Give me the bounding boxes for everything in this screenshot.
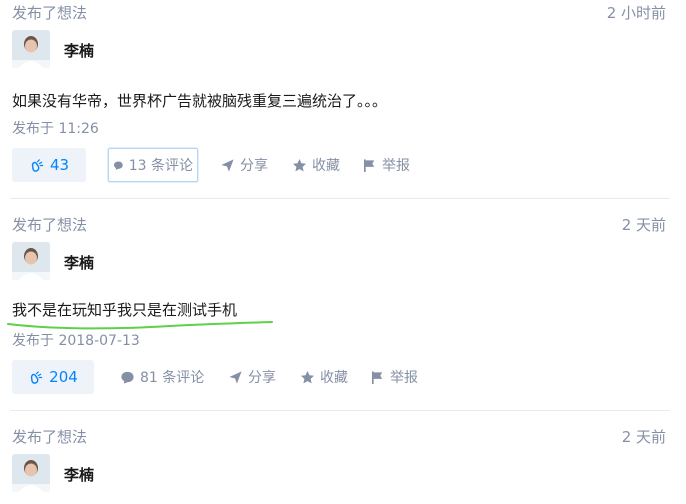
post-time[interactable]: 发布于 11:26 bbox=[12, 118, 99, 138]
report-button[interactable]: 举报 bbox=[362, 148, 410, 182]
star-icon bbox=[292, 158, 307, 171]
author-name[interactable]: 李楠 bbox=[64, 464, 94, 485]
post-content: 如果没有华帝，世界杯广告就被脑残重复三遍统治了。。。 bbox=[12, 92, 388, 110]
divider bbox=[10, 198, 670, 199]
activity-time: 2 天前 bbox=[621, 216, 666, 234]
share-button[interactable]: 分享 bbox=[220, 148, 268, 182]
favorite-label: 收藏 bbox=[312, 158, 340, 174]
vote-button[interactable]: 43 bbox=[12, 148, 86, 182]
report-label: 举报 bbox=[390, 370, 418, 386]
favorite-label: 收藏 bbox=[320, 370, 348, 386]
favorite-button[interactable]: 收藏 bbox=[300, 360, 348, 394]
speech-bubble-icon bbox=[114, 160, 123, 170]
vote-count: 204 bbox=[49, 368, 78, 386]
post-time[interactable]: 发布于 2018-07-13 bbox=[12, 330, 140, 350]
flag-icon bbox=[363, 158, 375, 172]
activity-label: 发布了想法 bbox=[12, 216, 88, 234]
author-name[interactable]: 李楠 bbox=[64, 252, 94, 273]
vote-count: 43 bbox=[49, 156, 70, 174]
avatar[interactable] bbox=[12, 30, 50, 68]
feed-item-meta: 发布了想法 2 天前 bbox=[12, 214, 666, 238]
comment-count: 81 条评论 bbox=[140, 370, 205, 386]
paper-plane-icon bbox=[221, 158, 234, 172]
comment-button[interactable]: 13 条评论 bbox=[108, 148, 198, 182]
share-button[interactable]: 分享 bbox=[228, 360, 276, 394]
speech-bubble-icon bbox=[121, 371, 134, 384]
clapping-hands-icon bbox=[31, 370, 43, 384]
share-label: 分享 bbox=[248, 370, 276, 386]
activity-time: 2 天前 bbox=[621, 428, 666, 446]
flag-icon bbox=[371, 370, 383, 384]
feed-item-meta: 发布了想法 2 天前 bbox=[12, 426, 666, 450]
feed-item-meta: 发布了想法 2 小时前 bbox=[12, 2, 666, 26]
activity-label: 发布了想法 bbox=[12, 4, 88, 22]
report-button[interactable]: 举报 bbox=[370, 360, 418, 394]
share-label: 分享 bbox=[240, 158, 268, 174]
activity-time: 2 小时前 bbox=[606, 4, 666, 22]
comment-count: 13 条评论 bbox=[128, 158, 193, 174]
paper-plane-icon bbox=[229, 370, 242, 384]
clapping-hands-icon bbox=[31, 158, 44, 172]
comment-button[interactable]: 81 条评论 bbox=[120, 360, 204, 394]
activity-label: 发布了想法 bbox=[12, 428, 88, 446]
avatar[interactable] bbox=[12, 454, 50, 492]
report-label: 举报 bbox=[382, 158, 410, 174]
favorite-button[interactable]: 收藏 bbox=[292, 148, 340, 182]
avatar[interactable] bbox=[12, 242, 50, 280]
divider bbox=[10, 410, 670, 411]
author-name[interactable]: 李楠 bbox=[64, 40, 94, 61]
vote-button[interactable]: 204 bbox=[12, 360, 94, 394]
star-icon bbox=[300, 370, 315, 383]
